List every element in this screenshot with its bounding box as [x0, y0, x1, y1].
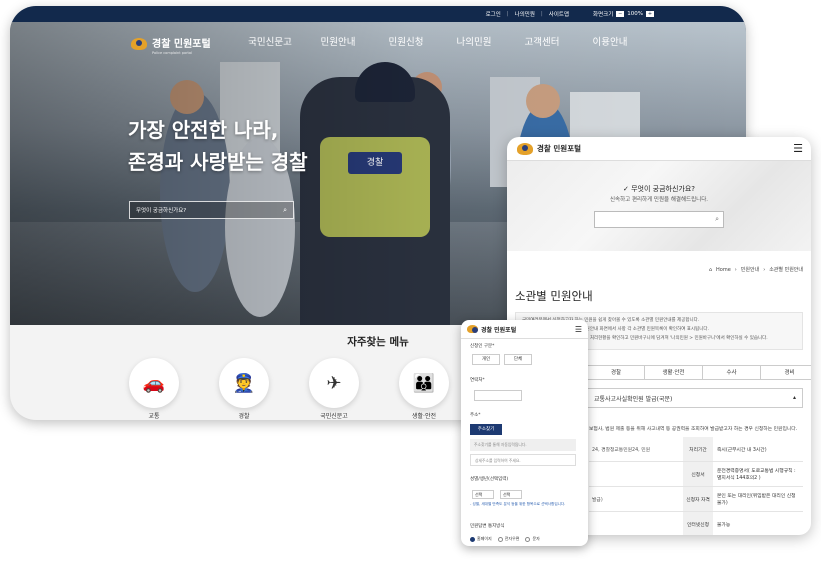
police-cap-icon: 👮: [219, 358, 269, 408]
radio-homepage[interactable]: 홈페이지: [470, 536, 492, 542]
tab-police[interactable]: 경찰: [587, 365, 645, 380]
phone-mockup: 경찰 민원포털 ☰ 신청인 구분* 개인 단체 연락처* 주소* 주소찾기 주소…: [461, 320, 588, 546]
quick-item-label: 교통: [148, 413, 160, 420]
address-field[interactable]: 주소찾기를 통해 자동입력됩니다.: [470, 439, 576, 451]
table-row: 인터넷신청 불가능: [589, 512, 803, 535]
chevron-right-icon: ›: [763, 266, 766, 273]
quick-item-label: 국민신문고: [320, 413, 348, 420]
option-group[interactable]: 단체: [504, 354, 532, 365]
login-link[interactable]: 로그인: [486, 10, 501, 18]
global-nav: 국민신문고 민원안내 민원신청 나의민원 고객센터 이용안내: [236, 34, 644, 48]
search-icon[interactable]: ⌕: [283, 206, 287, 215]
radio-sms[interactable]: 문자: [525, 536, 540, 542]
sitemap-link[interactable]: 사이트맵: [549, 10, 569, 18]
info-table: 24, 경찰청교통민원24, 민원 처리기간 즉시(근무시간 내 3시간) 신청…: [589, 437, 803, 535]
police-emblem-icon: [131, 37, 147, 50]
birth-selects: 선택 선택: [472, 490, 522, 499]
search-icon[interactable]: ⌕: [715, 215, 719, 224]
police-emblem-icon: [467, 325, 478, 333]
my-complaints-link[interactable]: 나의민원: [515, 10, 535, 18]
address-search-button[interactable]: 주소찾기: [470, 424, 502, 435]
zoom-label: 화면크기: [593, 12, 614, 18]
utility-bar: 로그인 | 나의민원 | 사이트맵 화면크기 − 100% +: [10, 6, 746, 22]
radio-email[interactable]: 전자우편: [497, 536, 519, 542]
nav-item-my-complaints[interactable]: 나의민원: [440, 34, 508, 48]
option-individual[interactable]: 개인: [472, 354, 500, 365]
birth-label: 성별/생년(선택입력): [470, 477, 509, 482]
gender-select[interactable]: 선택: [472, 490, 494, 499]
nav-item-usage-guide[interactable]: 이용안내: [576, 34, 644, 48]
logo-subtitle: Police complaint portal: [152, 51, 193, 55]
car-icon: 🚗: [129, 358, 179, 408]
chevron-right-icon: ›: [734, 266, 737, 273]
chevron-up-icon[interactable]: ▴: [793, 394, 796, 402]
tab-investigation[interactable]: 수사: [703, 365, 761, 380]
quick-item-safety[interactable]: 👪: [399, 358, 449, 408]
site-logo[interactable]: 경찰 민원포털 Police complaint portal: [131, 32, 211, 55]
quick-item-traffic[interactable]: 🚗: [129, 358, 179, 408]
table-row: 발급) 신청자 자격 본인 또는 대리인(위임받은 대리인 신청 불가): [589, 487, 803, 512]
police-emblem-icon: [517, 142, 533, 155]
table-row: 24, 경찰청교통민원24, 민원 처리기간 즉시(근무시간 내 3시간): [589, 437, 803, 462]
home-icon[interactable]: ⌂: [709, 267, 712, 273]
search-input[interactable]: ⌕: [594, 211, 724, 228]
contact-label: 연락처*: [470, 378, 485, 383]
zoom-in-button[interactable]: +: [646, 11, 654, 17]
address-detail-field[interactable]: 상세주소를 입력하여 주세요.: [470, 454, 576, 466]
nav-item-apply[interactable]: 민원신청: [372, 34, 440, 48]
zoom-control: 화면크기 − 100% +: [593, 10, 654, 18]
tablet-header: 경찰 민원포털 ☰: [507, 137, 811, 161]
accordion-description: 보험사, 법원 제출 등을 위해 사고내역 등 공권력을 조회하여 발급받고자 …: [589, 427, 798, 432]
zoom-out-button[interactable]: −: [616, 11, 625, 17]
birth-note: - 성별, 세대별 만족도 분석 등을 위한 항목으로 선택사항입니다.: [470, 502, 566, 506]
page-title: 소관별 민원안내: [515, 289, 593, 303]
site-logo[interactable]: 경찰 민원포털: [517, 142, 581, 155]
tab-guard[interactable]: 경비: [761, 365, 811, 380]
search-question: ✓ 무엇이 궁금하신가요?: [623, 185, 695, 193]
site-logo[interactable]: 경찰 민원포털: [467, 325, 516, 334]
quick-item-police[interactable]: 👮: [219, 358, 269, 408]
phone-header: 경찰 민원포털 ☰: [461, 320, 588, 339]
notify-radio-group: 홈페이지 전자우편 문자: [470, 536, 540, 542]
address-label: 주소*: [470, 413, 481, 418]
logo-title: 경찰 민원포털: [152, 39, 211, 50]
nav-item-customer-center[interactable]: 고객센터: [508, 34, 576, 48]
hero-search-input[interactable]: 무엇이 궁금하신가요? ⌕: [129, 201, 294, 219]
hero-headline: 가장 안전한 나라, 존경과 사랑받는 경찰: [128, 118, 308, 174]
category-tabs: 경찰 생활·안전 수사 경비: [587, 365, 811, 380]
menu-icon[interactable]: ☰: [793, 142, 803, 155]
search-subtitle: 신속하고 편리하게 민원을 해결해드립니다.: [609, 197, 709, 203]
menu-icon[interactable]: ☰: [575, 325, 582, 334]
notify-label: 민원답변 통지방식: [470, 524, 505, 529]
family-icon: 👪: [399, 358, 449, 408]
quick-item-label: 생활·안전: [412, 413, 436, 420]
applicant-type-toggle: 개인 단체: [472, 354, 532, 365]
quick-item-petition[interactable]: ✈: [309, 358, 359, 408]
applicant-type-label: 신청인 구분*: [470, 344, 495, 349]
nav-item-petition[interactable]: 국민신문고: [236, 34, 304, 48]
birth-year-select[interactable]: 선택: [500, 490, 522, 499]
zoom-value: 100%: [627, 11, 643, 17]
search-banner: [507, 161, 811, 251]
contact-field[interactable]: [474, 390, 522, 401]
quick-item-label: 경찰: [238, 413, 250, 420]
accordion-header[interactable]: 교통사고사실확인원 발급(국문) ▴: [587, 388, 803, 408]
tab-safety[interactable]: 생활·안전: [645, 365, 703, 380]
paper-plane-icon: ✈: [309, 358, 359, 408]
table-row: 신청서 운전경력증명서( 도로교통법 시행규칙 : 별지서식 144호의2 ): [589, 462, 803, 487]
nav-item-guide[interactable]: 민원안내: [304, 34, 372, 48]
breadcrumb: ⌂ Home › 민원안내 › 소관별 민원안내: [708, 266, 803, 274]
